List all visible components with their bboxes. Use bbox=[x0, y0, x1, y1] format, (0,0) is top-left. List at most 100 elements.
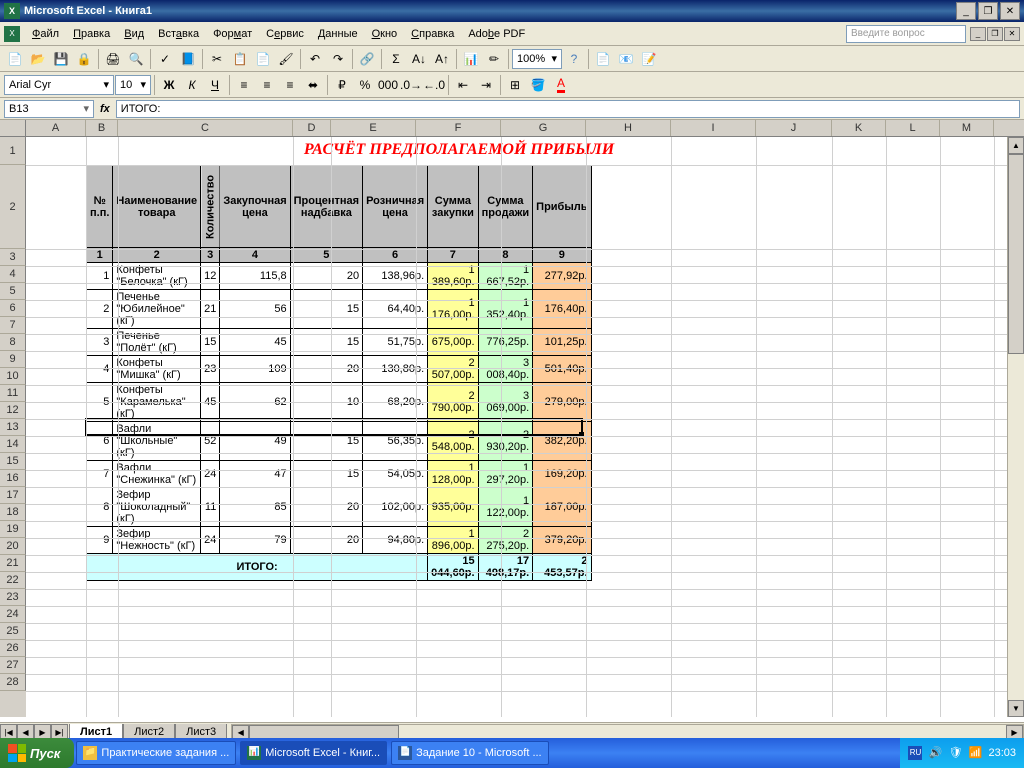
redo-button[interactable]: ↷ bbox=[327, 48, 349, 70]
currency-button[interactable]: ₽ bbox=[331, 74, 353, 96]
row-header-1[interactable]: 1 bbox=[0, 137, 26, 165]
total-cell[interactable]: 17 498,17р. bbox=[478, 554, 533, 581]
new-button[interactable]: 📄 bbox=[4, 48, 26, 70]
close-button[interactable]: ✕ bbox=[1000, 2, 1020, 20]
row-header-4[interactable]: 4 bbox=[0, 266, 26, 283]
start-button[interactable]: Пуск bbox=[0, 738, 74, 768]
select-all-button[interactable] bbox=[0, 120, 26, 136]
table-cell[interactable]: 15 bbox=[290, 422, 362, 461]
row-header-13[interactable]: 13 bbox=[0, 419, 26, 436]
ask-question-box[interactable]: Введите вопрос bbox=[846, 25, 966, 43]
help-button[interactable]: ? bbox=[563, 48, 585, 70]
row-header-22[interactable]: 22 bbox=[0, 572, 26, 589]
print-button[interactable]: 🖨 bbox=[102, 48, 124, 70]
column-header-M[interactable]: M bbox=[940, 120, 994, 136]
pdf-review-button[interactable]: 📝 bbox=[638, 48, 660, 70]
table-cell[interactable]: 23 bbox=[201, 356, 220, 383]
clock[interactable]: 23:03 bbox=[988, 747, 1016, 759]
row-header-6[interactable]: 6 bbox=[0, 300, 26, 317]
row-header-19[interactable]: 19 bbox=[0, 521, 26, 538]
increase-decimal-button[interactable]: .0→ bbox=[400, 74, 422, 96]
column-header-G[interactable]: G bbox=[501, 120, 586, 136]
table-cell[interactable]: 1 128,00р. bbox=[428, 461, 478, 488]
table-cell[interactable]: 24 bbox=[201, 527, 220, 554]
menu-data[interactable]: Данные bbox=[312, 26, 364, 42]
table-cell[interactable]: 2 275,20р. bbox=[478, 527, 533, 554]
table-cell[interactable]: 169,20р. bbox=[533, 461, 591, 488]
table-cell[interactable]: 15 bbox=[290, 461, 362, 488]
row-header-25[interactable]: 25 bbox=[0, 623, 26, 640]
row-header-11[interactable]: 11 bbox=[0, 385, 26, 402]
save-button[interactable]: 💾 bbox=[50, 48, 72, 70]
table-cell[interactable]: 79 bbox=[220, 527, 290, 554]
pdf-convert-button[interactable]: 📄 bbox=[592, 48, 614, 70]
sort-desc-button[interactable]: A↑ bbox=[431, 48, 453, 70]
worksheet-grid[interactable]: ABCDEFGHIJKLM 12345678910111213141516171… bbox=[0, 120, 1024, 722]
formula-bar[interactable]: ИТОГО: bbox=[116, 100, 1020, 118]
align-center-button[interactable]: ≡ bbox=[256, 74, 278, 96]
table-cell[interactable]: 109 bbox=[220, 356, 290, 383]
column-header-A[interactable]: A bbox=[26, 120, 86, 136]
drawing-button[interactable]: ✏ bbox=[483, 48, 505, 70]
maximize-button[interactable]: ❐ bbox=[978, 2, 998, 20]
row-header-21[interactable]: 21 bbox=[0, 555, 26, 572]
table-cell[interactable]: 379,20р. bbox=[533, 527, 591, 554]
table-cell[interactable]: 47 bbox=[220, 461, 290, 488]
font-color-button[interactable]: A bbox=[550, 74, 572, 96]
total-label[interactable]: ИТОГО: bbox=[87, 554, 428, 581]
table-cell[interactable]: 64,40р. bbox=[363, 290, 428, 329]
table-cell[interactable]: 20 bbox=[290, 356, 362, 383]
column-header-F[interactable]: F bbox=[416, 120, 501, 136]
increase-indent-button[interactable]: ⇥ bbox=[475, 74, 497, 96]
table-cell[interactable]: 501,40р. bbox=[533, 356, 591, 383]
row-header-18[interactable]: 18 bbox=[0, 504, 26, 521]
row-header-28[interactable]: 28 bbox=[0, 674, 26, 691]
name-box[interactable]: B13▾ bbox=[4, 100, 94, 118]
table-cell[interactable]: Зефир "Нежность" (кГ) bbox=[113, 527, 201, 554]
doc-restore-button[interactable]: ❐ bbox=[987, 27, 1003, 41]
table-cell[interactable]: 15 bbox=[290, 290, 362, 329]
scroll-down-button[interactable]: ▼ bbox=[1008, 700, 1024, 717]
percent-button[interactable]: % bbox=[354, 74, 376, 96]
fx-icon[interactable]: fx bbox=[100, 103, 110, 115]
table-cell[interactable]: 2 bbox=[87, 290, 113, 329]
column-header-C[interactable]: C bbox=[118, 120, 293, 136]
italic-button[interactable]: К bbox=[181, 74, 203, 96]
minimize-button[interactable]: _ bbox=[956, 2, 976, 20]
column-header-E[interactable]: E bbox=[331, 120, 416, 136]
taskbar-button-0[interactable]: 📁Практические задания ... bbox=[76, 741, 236, 765]
font-name-combo[interactable]: Arial Cyr▾ bbox=[4, 75, 114, 95]
table-cell[interactable]: Конфеты "Мишка" (кГ) bbox=[113, 356, 201, 383]
format-painter-button[interactable]: 🖌 bbox=[275, 48, 297, 70]
total-cell[interactable]: 15 044,60р. bbox=[428, 554, 478, 581]
table-cell[interactable]: Вафли "Школьные" (кГ) bbox=[113, 422, 201, 461]
menu-view[interactable]: Вид bbox=[118, 26, 150, 42]
row-header-8[interactable]: 8 bbox=[0, 334, 26, 351]
underline-button[interactable]: Ч bbox=[204, 74, 226, 96]
pdf-email-button[interactable]: 📧 bbox=[615, 48, 637, 70]
copy-button[interactable]: 📋 bbox=[229, 48, 251, 70]
undo-button[interactable]: ↶ bbox=[304, 48, 326, 70]
decrease-indent-button[interactable]: ⇤ bbox=[452, 74, 474, 96]
row-header-26[interactable]: 26 bbox=[0, 640, 26, 657]
spellcheck-button[interactable]: ✓ bbox=[154, 48, 176, 70]
row-header-27[interactable]: 27 bbox=[0, 657, 26, 674]
doc-minimize-button[interactable]: _ bbox=[970, 27, 986, 41]
table-cell[interactable]: 9 bbox=[87, 527, 113, 554]
zoom-combo[interactable]: 100%▾ bbox=[512, 49, 562, 69]
row-header-17[interactable]: 17 bbox=[0, 487, 26, 504]
menu-tools[interactable]: Сервис bbox=[260, 26, 310, 42]
scroll-up-button[interactable]: ▲ bbox=[1008, 137, 1024, 154]
open-button[interactable]: 📂 bbox=[27, 48, 49, 70]
table-cell[interactable]: 1 896,00р. bbox=[428, 527, 478, 554]
cut-button[interactable]: ✂ bbox=[206, 48, 228, 70]
menu-format[interactable]: Формат bbox=[207, 26, 258, 42]
table-cell[interactable]: 21 bbox=[201, 290, 220, 329]
column-header-L[interactable]: L bbox=[886, 120, 940, 136]
table-cell[interactable]: 382,20р. bbox=[533, 422, 591, 461]
column-header-I[interactable]: I bbox=[671, 120, 756, 136]
table-cell[interactable]: 56 bbox=[220, 290, 290, 329]
tray-icon-1[interactable]: 🔊 bbox=[928, 746, 942, 760]
column-header-K[interactable]: K bbox=[832, 120, 886, 136]
table-cell[interactable]: 6 bbox=[87, 422, 113, 461]
